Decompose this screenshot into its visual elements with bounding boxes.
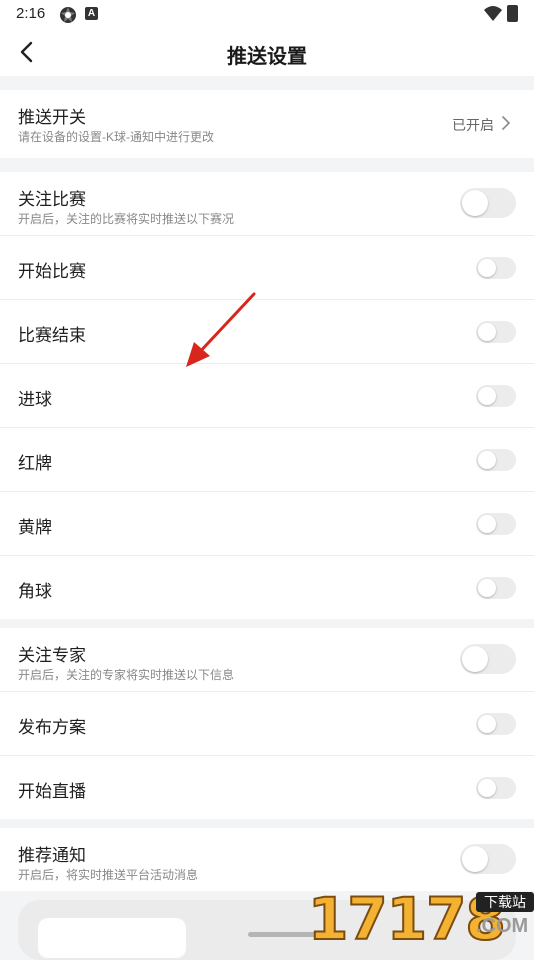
start-live-toggle[interactable] (476, 777, 516, 799)
yellow-card-row: 黄牌 (0, 492, 534, 556)
match-start-row: 开始比赛 (0, 236, 534, 300)
toggle-knob (478, 515, 496, 533)
push-switch-row[interactable]: 推送开关 请在设备的设置-K球-通知中进行更改 已开启 (0, 90, 534, 158)
match-start-label: 开始比赛 (18, 262, 86, 281)
corner-row: 角球 (0, 556, 534, 619)
match-end-label: 比赛结束 (18, 326, 86, 345)
goal-label: 进球 (18, 390, 52, 409)
follow-expert-label: 关注专家 (18, 646, 86, 665)
toggle-knob (478, 323, 496, 341)
app-bar: 推送设置 (0, 30, 534, 76)
goal-row: 进球 (0, 364, 534, 428)
match-end-row: 比赛结束 (0, 300, 534, 364)
follow-match-row: 关注比赛 开启后，关注的比赛将实时推送以下赛况 (0, 172, 534, 236)
battery-icon (507, 5, 518, 22)
toggle-knob (462, 190, 488, 216)
publish-plan-row: 发布方案 (0, 692, 534, 756)
toggle-knob (478, 387, 496, 405)
push-switch-section: 推送开关 请在设备的设置-K球-通知中进行更改 已开启 (0, 90, 534, 158)
watermark-tag: 下载站 (476, 892, 534, 912)
toggle-knob (478, 451, 496, 469)
annotation-arrow-icon (186, 292, 256, 367)
recommend-desc: 开启后，将实时推送平台活动消息 (18, 868, 199, 882)
push-switch-label: 推送开关 (18, 108, 86, 127)
toggle-knob (462, 846, 488, 872)
yellow-card-toggle[interactable] (476, 513, 516, 535)
match-end-toggle[interactable] (476, 321, 516, 343)
red-card-label: 红牌 (18, 454, 52, 473)
goal-toggle[interactable] (476, 385, 516, 407)
follow-match-toggle[interactable] (460, 188, 516, 218)
corner-label: 角球 (18, 582, 52, 601)
yellow-card-label: 黄牌 (18, 518, 52, 537)
recommend-row: 推荐通知 开启后，将实时推送平台活动消息 (0, 828, 534, 891)
red-card-toggle[interactable] (476, 449, 516, 471)
status-bar: 2:16 A (0, 0, 534, 30)
recommend-toggle[interactable] (460, 844, 516, 874)
publish-plan-toggle[interactable] (476, 713, 516, 735)
a-badge-icon: A (85, 7, 98, 20)
chevron-right-icon (502, 116, 511, 130)
red-card-row: 红牌 (0, 428, 534, 492)
recommend-label: 推荐通知 (18, 846, 86, 865)
page-title: 推送设置 (227, 46, 307, 68)
toggle-knob (478, 779, 496, 797)
match-start-toggle[interactable] (476, 257, 516, 279)
toggle-knob (478, 715, 496, 733)
toggle-knob (478, 579, 496, 597)
follow-expert-toggle[interactable] (460, 644, 516, 674)
match-section: 关注比赛 开启后，关注的比赛将实时推送以下赛况 开始比赛 比赛结束 进球 红牌 … (0, 172, 534, 619)
start-live-row: 开始直播 (0, 756, 534, 819)
watermark-domain: .COM (476, 915, 529, 937)
watermark-logo: 17178 下载站 .COM (307, 887, 534, 951)
follow-expert-row: 关注专家 开启后，关注的专家将实时推送以下信息 (0, 628, 534, 692)
follow-match-desc: 开启后，关注的比赛将实时推送以下赛况 (18, 212, 235, 226)
push-switch-desc: 请在设备的设置-K球-通知中进行更改 (18, 130, 214, 144)
push-switch-status: 已开启 (452, 117, 494, 133)
recommend-section: 推荐通知 开启后，将实时推送平台活动消息 (0, 828, 534, 891)
settings-gear-icon (60, 7, 76, 23)
follow-expert-desc: 开启后，关注的专家将实时推送以下信息 (18, 668, 235, 682)
publish-plan-label: 发布方案 (18, 718, 86, 737)
expert-section: 关注专家 开启后，关注的专家将实时推送以下信息 发布方案 开始直播 (0, 628, 534, 819)
follow-match-label: 关注比赛 (18, 190, 86, 209)
bottom-card-inner (38, 918, 186, 958)
toggle-knob (462, 646, 488, 672)
toggle-knob (478, 259, 496, 277)
corner-toggle[interactable] (476, 577, 516, 599)
status-time: 2:16 (16, 5, 46, 22)
start-live-label: 开始直播 (18, 782, 86, 801)
wifi-icon (484, 6, 502, 21)
